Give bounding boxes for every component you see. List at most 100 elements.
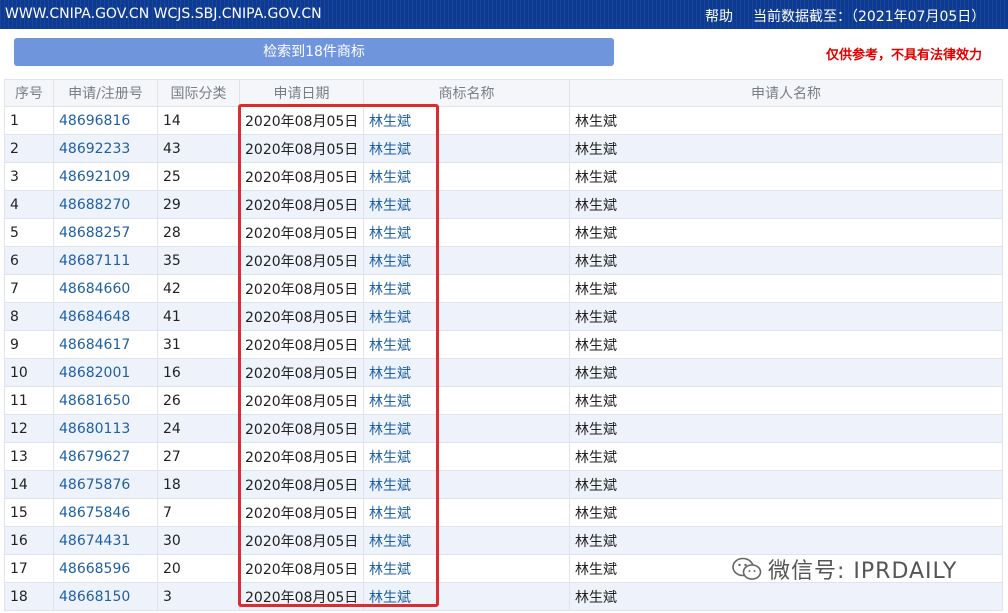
row-no-cell: 3 <box>4 162 54 191</box>
row-no-cell: 17 <box>4 554 54 583</box>
watermark: 微信号: IPRDAILY <box>732 553 957 585</box>
trademark-name-link[interactable]: 林生斌 <box>369 198 411 214</box>
reg-number-link[interactable]: 48688270 <box>59 197 130 213</box>
application-date: 2020年08月05日 <box>245 533 359 550</box>
trademark-name-cell: 林生斌 <box>363 106 570 135</box>
top-bar: WWW.CNIPA.GOV.CN WCJS.SBJ.CNIPA.GOV.CN 帮… <box>0 0 1008 29</box>
intl-class-cell: 3 <box>157 582 240 611</box>
applicant-name-cell: 林生斌 <box>569 162 1003 191</box>
table-row: 11 48681650 26 2020年08月05日 林生斌 林生斌 <box>4 386 1003 415</box>
trademark-name-link[interactable]: 林生斌 <box>369 338 411 354</box>
intl-class-cell: 7 <box>157 498 240 527</box>
intl-class-cell: 14 <box>157 106 240 135</box>
intl-class-cell: 35 <box>157 246 240 275</box>
intl-class-cell: 24 <box>157 414 240 443</box>
application-date-cell: 2020年08月05日 <box>239 106 364 135</box>
trademark-name-link[interactable]: 林生斌 <box>369 366 411 382</box>
header-no[interactable]: 序号 <box>4 79 54 107</box>
trademark-name-cell: 林生斌 <box>363 246 570 275</box>
reg-number-link[interactable]: 48668150 <box>59 589 130 605</box>
application-date-cell: 2020年08月05日 <box>239 442 364 471</box>
application-date: 2020年08月05日 <box>245 421 359 438</box>
trademark-name-link[interactable]: 林生斌 <box>369 254 411 270</box>
table-row: 5 48688257 28 2020年08月05日 林生斌 林生斌 <box>4 218 1003 247</box>
reg-number-cell: 48688257 <box>53 218 158 247</box>
application-date-cell: 2020年08月05日 <box>239 582 364 611</box>
applicant-name: 林生斌 <box>575 421 617 438</box>
header-class[interactable]: 国际分类 <box>157 79 240 107</box>
trademark-name-link[interactable]: 林生斌 <box>369 590 411 606</box>
trademark-name-link[interactable]: 林生斌 <box>369 310 411 326</box>
trademark-name-link[interactable]: 林生斌 <box>369 506 411 522</box>
reg-number-link[interactable]: 48692233 <box>59 141 130 157</box>
reg-number-link[interactable]: 48687111 <box>59 253 130 269</box>
intl-class-cell: 30 <box>157 526 240 555</box>
reg-number-link[interactable]: 48675846 <box>59 505 130 521</box>
header-date[interactable]: 申请日期 <box>239 79 364 107</box>
row-no-cell: 15 <box>4 498 54 527</box>
reg-number-link[interactable]: 48681650 <box>59 393 130 409</box>
applicant-name: 林生斌 <box>575 589 617 606</box>
application-date: 2020年08月05日 <box>245 113 359 130</box>
reg-number-link[interactable]: 48675876 <box>59 477 130 493</box>
reg-number-link[interactable]: 48682001 <box>59 365 130 381</box>
header-applicant[interactable]: 申请人名称 <box>569 79 1003 107</box>
trademark-name-link[interactable]: 林生斌 <box>369 422 411 438</box>
trademark-name-link[interactable]: 林生斌 <box>369 478 411 494</box>
trademark-name-link[interactable]: 林生斌 <box>369 114 411 130</box>
application-date: 2020年08月05日 <box>245 393 359 410</box>
reg-number-link[interactable]: 48684648 <box>59 309 130 325</box>
trademark-name-link[interactable]: 林生斌 <box>369 142 411 158</box>
intl-class: 35 <box>163 252 181 269</box>
reg-number-link[interactable]: 48688257 <box>59 225 130 241</box>
reg-number-link[interactable]: 48692109 <box>59 169 130 185</box>
trademark-name-cell: 林生斌 <box>363 302 570 331</box>
reg-number-cell: 48679627 <box>53 442 158 471</box>
application-date-cell: 2020年08月05日 <box>239 274 364 303</box>
table-row: 7 48684660 42 2020年08月05日 林生斌 林生斌 <box>4 274 1003 303</box>
trademark-name-link[interactable]: 林生斌 <box>369 394 411 410</box>
trademark-name-cell: 林生斌 <box>363 526 570 555</box>
trademark-name-cell: 林生斌 <box>363 498 570 527</box>
table-row: 13 48679627 27 2020年08月05日 林生斌 林生斌 <box>4 442 1003 471</box>
row-no: 3 <box>10 168 19 185</box>
trademark-name-link[interactable]: 林生斌 <box>369 226 411 242</box>
trademark-name-link[interactable]: 林生斌 <box>369 282 411 298</box>
trademark-name-cell: 林生斌 <box>363 386 570 415</box>
table-body: 1 48696816 14 2020年08月05日 林生斌 林生斌 2 48692233 43 2… <box>4 106 1003 611</box>
trademark-name-link[interactable]: 林生斌 <box>369 534 411 550</box>
intl-class: 30 <box>163 532 181 549</box>
reg-number-link[interactable]: 48668596 <box>59 561 130 577</box>
intl-class: 24 <box>163 420 181 437</box>
reg-number-link[interactable]: 48674431 <box>59 533 130 549</box>
intl-class: 31 <box>163 336 181 353</box>
reg-number-link[interactable]: 48696816 <box>59 113 130 129</box>
row-no: 11 <box>10 392 28 409</box>
reg-number-cell: 48684648 <box>53 302 158 331</box>
application-date: 2020年08月05日 <box>245 253 359 270</box>
help-link[interactable]: 帮助 <box>705 6 733 26</box>
row-no-cell: 12 <box>4 414 54 443</box>
reg-number-link[interactable]: 48684617 <box>59 337 130 353</box>
applicant-name-cell: 林生斌 <box>569 302 1003 331</box>
intl-class: 28 <box>163 224 181 241</box>
header-mark-name[interactable]: 商标名称 <box>363 79 570 107</box>
table-row: 15 48675846 7 2020年08月05日 林生斌 林生斌 <box>4 498 1003 527</box>
reg-number-link[interactable]: 48680113 <box>59 421 130 437</box>
application-date-cell: 2020年08月05日 <box>239 554 364 583</box>
applicant-name-cell: 林生斌 <box>569 106 1003 135</box>
trademark-name-link[interactable]: 林生斌 <box>369 170 411 186</box>
intl-class-cell: 31 <box>157 330 240 359</box>
reg-number-link[interactable]: 48679627 <box>59 449 130 465</box>
intl-class-cell: 18 <box>157 470 240 499</box>
applicant-name: 林生斌 <box>575 309 617 326</box>
applicant-name: 林生斌 <box>575 141 617 158</box>
row-no-cell: 14 <box>4 470 54 499</box>
header-reg-no[interactable]: 申请/注册号 <box>53 79 158 107</box>
trademark-name-link[interactable]: 林生斌 <box>369 562 411 578</box>
row-no: 6 <box>10 252 19 269</box>
reg-number-link[interactable]: 48684660 <box>59 281 130 297</box>
trademark-name-link[interactable]: 林生斌 <box>369 450 411 466</box>
table-row: 10 48682001 16 2020年08月05日 林生斌 林生斌 <box>4 358 1003 387</box>
reg-number-cell: 48692109 <box>53 162 158 191</box>
